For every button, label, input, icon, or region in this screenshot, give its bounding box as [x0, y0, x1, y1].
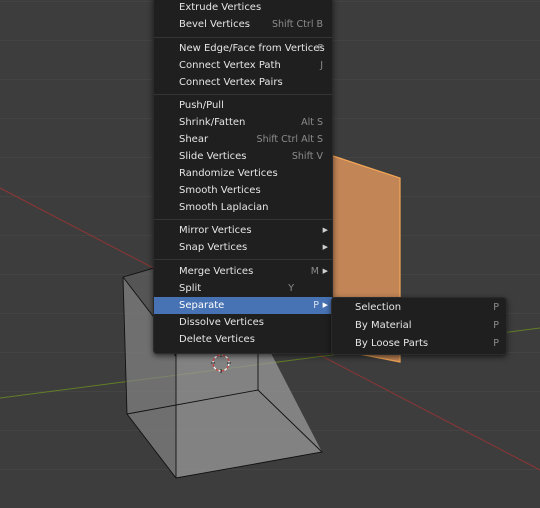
menu-item-label: Smooth Vertices — [179, 185, 261, 196]
menu-separator — [154, 219, 332, 220]
menu-item-connect-vertex-path[interactable]: Connect Vertex Path J — [154, 57, 332, 74]
menu-item-shrink-fatten[interactable]: Shrink/Fatten Alt S — [154, 114, 332, 131]
menu-item-bevel-vertices[interactable]: Bevel Vertices Shift Ctrl B — [154, 16, 332, 33]
menu-item-label: Connect Vertex Path — [179, 60, 281, 71]
triangle-right-icon: ▶ — [322, 267, 328, 275]
menu-item-delete-vertices[interactable]: Delete Vertices — [154, 331, 332, 348]
submenu-item-shortcut: P — [493, 302, 499, 313]
vertex-context-menu: Extrude Vertices Bevel Vertices Shift Ct… — [153, 0, 333, 354]
menu-item-label: New Edge/Face from Vertices — [179, 43, 325, 54]
menu-item-shortcut: Shift Ctrl Alt S — [256, 134, 323, 145]
menu-item-shortcut: Alt S — [301, 117, 323, 128]
menu-item-label: Bevel Vertices — [179, 19, 250, 30]
menu-item-label: Dissolve Vertices — [179, 317, 264, 328]
menu-item-label: Snap Vertices — [179, 242, 248, 253]
menu-item-shear[interactable]: Shear Shift Ctrl Alt S — [154, 131, 332, 148]
submenu-item-label: By Material — [355, 320, 412, 331]
menu-item-label: Shrink/Fatten — [179, 117, 246, 128]
menu-item-snap-vertices[interactable]: Snap Vertices ▶ — [154, 239, 332, 256]
menu-item-split[interactable]: Split Y — [154, 280, 332, 297]
menu-item-shortcut: Shift Ctrl B — [271, 19, 323, 30]
triangle-right-icon: ▶ — [322, 301, 328, 309]
menu-item-shortcut: M — [310, 266, 319, 277]
menu-item-label: Randomize Vertices — [179, 168, 278, 179]
submenu-item-selection[interactable]: Selection P — [332, 299, 506, 317]
submenu-item-label: By Loose Parts — [355, 338, 429, 349]
menu-item-smooth-laplacian[interactable]: Smooth Laplacian — [154, 199, 332, 216]
submenu-item-shortcut: P — [493, 338, 499, 349]
submenu-item-by-loose-parts[interactable]: By Loose Parts P — [332, 335, 506, 353]
submenu-item-by-material[interactable]: By Material P — [332, 317, 506, 335]
menu-item-shortcut: Y — [288, 283, 294, 294]
menu-item-label: Shear — [179, 134, 209, 145]
menu-item-label: Smooth Laplacian — [179, 202, 269, 213]
menu-item-label: Push/Pull — [179, 100, 224, 111]
menu-item-separate[interactable]: Separate P ▶ — [154, 297, 332, 314]
menu-item-label: Mirror Vertices — [179, 225, 252, 236]
menu-item-shortcut: J — [320, 60, 323, 71]
menu-item-extrude-vertices[interactable]: Extrude Vertices — [154, 0, 332, 16]
submenu-item-shortcut: P — [493, 320, 499, 331]
menu-item-connect-vertex-pairs[interactable]: Connect Vertex Pairs — [154, 74, 332, 91]
menu-item-label: Connect Vertex Pairs — [179, 77, 283, 88]
menu-item-mirror-vertices[interactable]: Mirror Vertices ▶ — [154, 222, 332, 239]
menu-item-new-edge-face[interactable]: New Edge/Face from Vertices F — [154, 40, 332, 57]
submenu-item-label: Selection — [355, 302, 402, 313]
menu-item-shortcut: P — [313, 300, 319, 311]
separate-submenu: Selection P By Material P By Loose Parts… — [331, 297, 507, 355]
menu-item-randomize-vertices[interactable]: Randomize Vertices — [154, 165, 332, 182]
triangle-right-icon: ▶ — [322, 226, 328, 234]
triangle-right-icon: ▶ — [322, 243, 328, 251]
menu-separator — [154, 94, 332, 95]
menu-item-shortcut: Shift V — [291, 151, 323, 162]
menu-item-label: Extrude Vertices — [179, 2, 262, 13]
menu-item-label: Merge Vertices — [179, 266, 254, 277]
menu-separator — [154, 259, 332, 260]
menu-item-slide-vertices[interactable]: Slide Vertices Shift V — [154, 148, 332, 165]
menu-item-dissolve-vertices[interactable]: Dissolve Vertices — [154, 314, 332, 331]
menu-item-shortcut: F — [317, 43, 323, 54]
menu-item-smooth-vertices[interactable]: Smooth Vertices — [154, 182, 332, 199]
menu-item-push-pull[interactable]: Push/Pull — [154, 97, 332, 114]
menu-separator — [154, 37, 332, 38]
menu-item-label: Slide Vertices — [179, 151, 247, 162]
menu-item-label: Split — [179, 283, 202, 294]
menu-item-label: Delete Vertices — [179, 334, 255, 345]
menu-item-label: Separate — [179, 300, 225, 311]
menu-item-merge-vertices[interactable]: Merge Vertices M ▶ — [154, 263, 332, 280]
